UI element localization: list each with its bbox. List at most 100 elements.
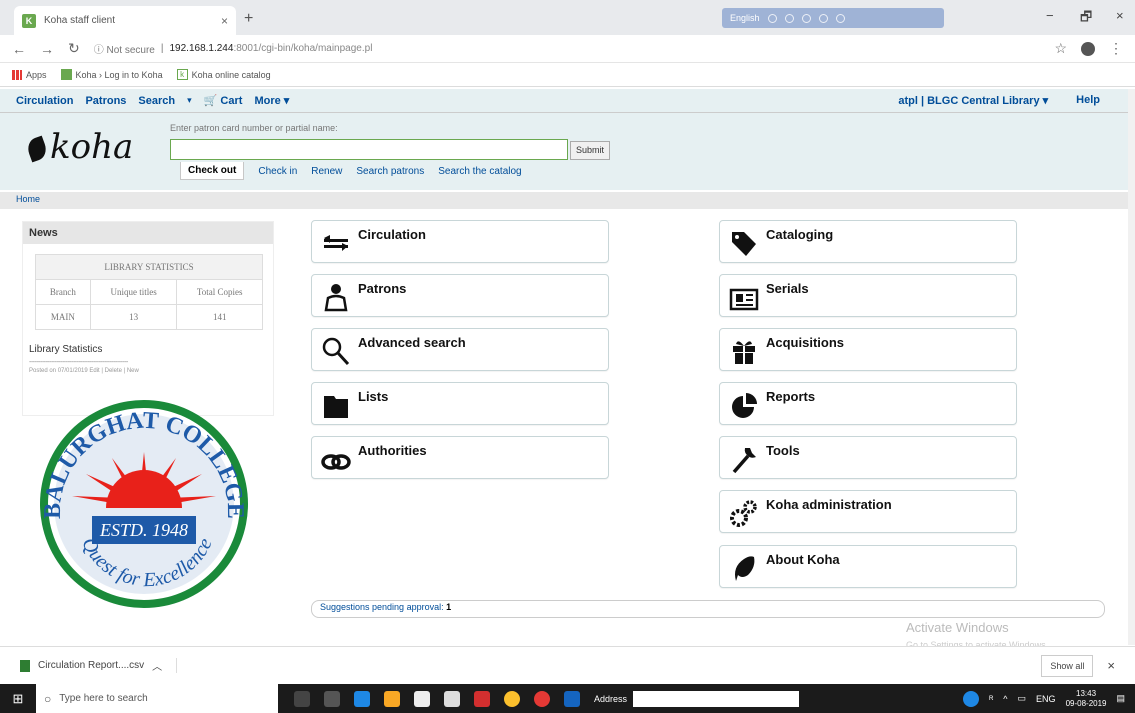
nav-circulation[interactable]: Circulation: [16, 95, 73, 107]
word-icon[interactable]: [564, 690, 580, 707]
edge-icon[interactable]: [354, 690, 370, 707]
profile-avatar[interactable]: [1081, 41, 1095, 56]
tab-search-catalog[interactable]: Search the catalog: [438, 166, 521, 177]
chevron-up-icon[interactable]: ︿: [152, 658, 162, 673]
library-stats-heading: Library Statistics: [29, 344, 103, 355]
news-title: News: [23, 222, 273, 244]
gears-icon: [730, 500, 757, 527]
module-circulation[interactable]: Circulation: [311, 220, 609, 263]
bookmark-koha-opac[interactable]: k Koha online catalog: [176, 69, 271, 80]
vertical-scrollbar[interactable]: [1128, 89, 1135, 645]
tray-chevron-icon[interactable]: ^: [1003, 694, 1007, 704]
url-path: :8001/cgi-bin/koha/mainpage.pl: [233, 43, 373, 54]
windows-start-icon[interactable]: ⊞: [0, 691, 36, 707]
tag-icon: [732, 232, 756, 256]
patron-search-input[interactable]: [170, 139, 568, 160]
ext-icon[interactable]: [784, 13, 794, 23]
restore-button[interactable]: 🗗: [1080, 8, 1092, 30]
koha-top-nav: Circulation Patrons Search ▾ 🛒 Cart More…: [0, 89, 1128, 113]
url-field[interactable]: ⓘ Not secure | 192.168.1.244:8001/cgi-bi…: [94, 41, 1041, 56]
file-explorer-icon[interactable]: [384, 690, 400, 707]
show-all-button[interactable]: Show all: [1041, 654, 1094, 677]
help-tray-icon[interactable]: [963, 690, 980, 707]
suggestions-pending-link[interactable]: Suggestions pending approval: 1: [311, 600, 1105, 618]
cell-unique-titles: 13: [89, 304, 178, 330]
bookmarks-bar: Apps Koha › Log in to Koha k Koha online…: [0, 63, 1135, 87]
koha-favicon-icon: [60, 69, 72, 80]
back-icon[interactable]: ←: [12, 41, 26, 57]
tab-check-in[interactable]: Check in: [258, 166, 297, 177]
help-link[interactable]: Help: [1076, 94, 1100, 107]
language-indicator[interactable]: ENG: [1036, 694, 1056, 704]
taskbar-address-input[interactable]: [633, 690, 800, 707]
arrows-icon: [324, 235, 348, 251]
ext-icon[interactable]: [767, 13, 777, 23]
ext-icon[interactable]: [801, 13, 811, 23]
chrome-icon[interactable]: [504, 690, 520, 707]
nav-patrons[interactable]: Patrons: [85, 95, 126, 107]
stats-caption: LIBRARY STATISTICS: [35, 254, 263, 279]
nav-cart[interactable]: 🛒 Cart: [204, 94, 243, 107]
module-advanced-search[interactable]: Advanced search: [311, 328, 609, 371]
csv-file-icon: [20, 659, 30, 672]
close-window-button[interactable]: ×: [1116, 8, 1124, 23]
tab-search-patrons[interactable]: Search patrons: [356, 166, 424, 177]
module-label: Cataloging: [766, 227, 834, 242]
browser-tab[interactable]: K Koha staff client ×: [14, 6, 236, 35]
nav-more[interactable]: More ▾: [254, 94, 289, 107]
windows-taskbar: ⊞ ○ Type here to search Address ᴿ ^ ▭ EN…: [0, 684, 1135, 713]
network-icon[interactable]: ▭: [1018, 693, 1027, 704]
taskbar-search-box[interactable]: ○ Type here to search: [36, 684, 278, 713]
module-authorities[interactable]: Authorities: [311, 436, 609, 479]
people-icon[interactable]: ᴿ: [989, 694, 993, 704]
tab-title: Koha staff client: [44, 15, 115, 26]
mic-icon[interactable]: [294, 690, 310, 707]
module-tools[interactable]: Tools: [719, 436, 1017, 479]
clock[interactable]: 13:43 09-08-2019: [1066, 689, 1107, 709]
menu-icon[interactable]: ⋮: [1109, 40, 1123, 57]
breadcrumb[interactable]: Home: [0, 192, 1128, 209]
taskbar-address-toolbar: Address: [594, 690, 800, 707]
ext-icon[interactable]: [835, 13, 845, 23]
url-host: 192.168.1.244: [169, 43, 234, 54]
download-item[interactable]: Circulation Report....csv ︿: [20, 658, 178, 673]
nav-search[interactable]: Search: [138, 95, 175, 107]
module-reports[interactable]: Reports: [719, 382, 1017, 425]
module-serials[interactable]: Serials: [719, 274, 1017, 317]
tab-close-icon[interactable]: ×: [221, 14, 228, 28]
mail-icon[interactable]: [444, 690, 460, 707]
header-total-copies: Total Copies: [176, 279, 263, 305]
minimize-button[interactable]: −: [1046, 8, 1054, 23]
reload-icon[interactable]: ↻: [68, 40, 80, 57]
maps-icon[interactable]: [534, 690, 550, 707]
download-filename: Circulation Report....csv: [38, 660, 145, 671]
module-patrons[interactable]: Patrons: [311, 274, 609, 317]
patron-search-prompt: Enter patron card number or partial name…: [170, 123, 338, 133]
ext-icon[interactable]: [818, 13, 828, 23]
forward-icon[interactable]: →: [40, 41, 54, 57]
submit-button[interactable]: Submit: [570, 141, 610, 160]
module-koha-administration[interactable]: Koha administration: [719, 490, 1017, 533]
notifications-icon[interactable]: ▤: [1116, 693, 1125, 704]
module-about-koha[interactable]: About Koha: [719, 545, 1017, 588]
tab-renew[interactable]: Renew: [311, 166, 342, 177]
bookmark-apps[interactable]: Apps: [12, 69, 47, 80]
task-view-icon[interactable]: [324, 690, 340, 707]
search-dropdown-icon[interactable]: ▾: [187, 95, 192, 106]
tab-check-out[interactable]: Check out: [180, 162, 245, 180]
module-label: Authorities: [358, 443, 427, 458]
module-acquisitions[interactable]: Acquisitions: [719, 328, 1017, 371]
new-tab-button[interactable]: +: [244, 10, 253, 28]
koha-logo[interactable]: koha: [24, 127, 133, 167]
bookmark-koha-login[interactable]: Koha › Log in to Koha: [60, 69, 163, 80]
store-icon[interactable]: [414, 690, 430, 707]
close-download-bar-icon[interactable]: ×: [1107, 658, 1115, 673]
module-label: Koha administration: [766, 497, 892, 512]
user-menu[interactable]: atpl | BLGC Central Library ▾: [898, 94, 1048, 107]
cell-branch: MAIN: [35, 304, 91, 330]
pdf-icon[interactable]: [474, 690, 490, 707]
table-header-row: Branch Unique titles Total Copies: [35, 279, 263, 305]
module-lists[interactable]: Lists: [311, 382, 609, 425]
module-cataloging[interactable]: Cataloging: [719, 220, 1017, 263]
star-icon[interactable]: ☆: [1054, 40, 1067, 57]
